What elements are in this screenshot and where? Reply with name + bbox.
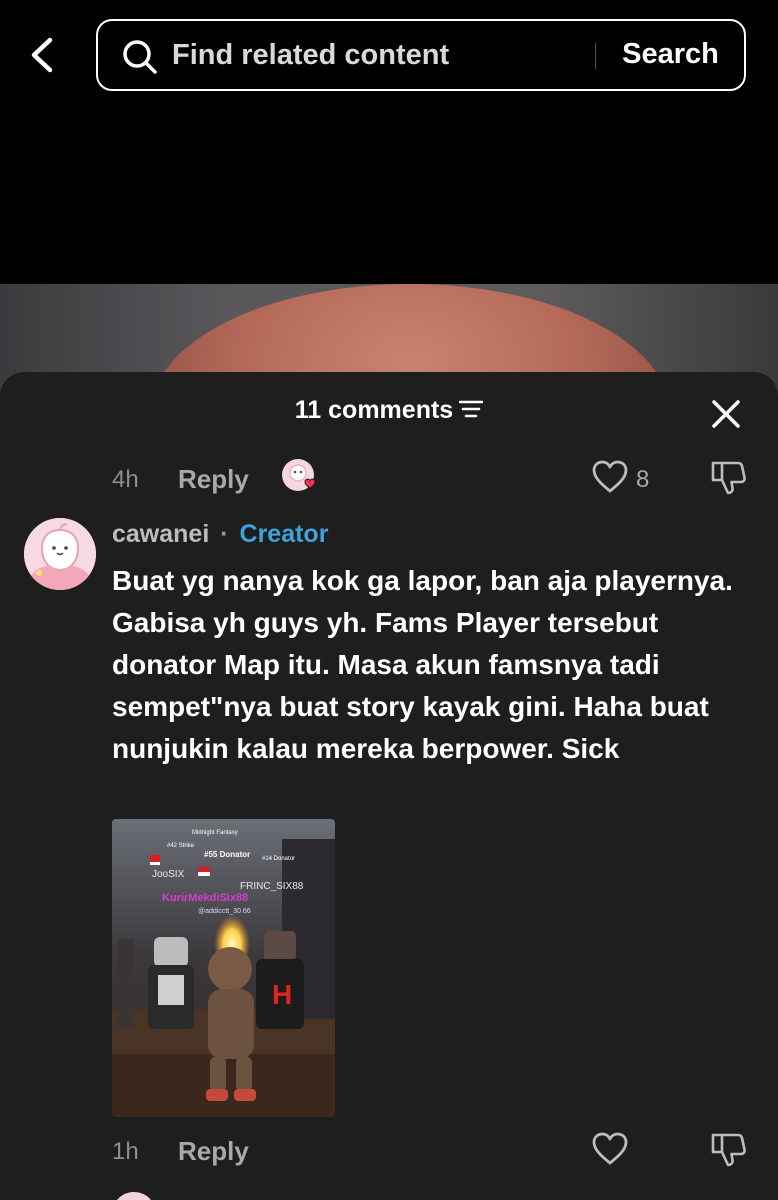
comments-count-label: 11 comments [294,396,454,424]
comment-time: 4h [112,466,139,493]
close-button[interactable] [708,396,744,432]
tag-rank-b: #55 Donator [204,850,250,859]
author-name[interactable]: cawanei [112,520,209,548]
creator-liked-badge [281,458,321,498]
comment-actions: 1h Reply [0,1130,778,1174]
like-button[interactable] [592,1132,628,1166]
thumbs-down-icon [711,1133,746,1167]
comments-sheet: 11 comments 4h Reply 8 cawanei · Creator… [0,372,778,1200]
search-input[interactable] [172,31,582,79]
avatar-image [24,518,96,590]
comment-text: Buat yg nanya kok ga lapor, ban aja play… [112,565,733,764]
search-divider [595,43,596,69]
sort-icon[interactable] [459,399,484,419]
search-button[interactable]: Search [598,21,743,88]
comment-author-line: cawanei · Creator [112,520,328,549]
previous-comment-actions: 4h Reply 8 [0,458,778,502]
tag-top: Midnight Fantasy [192,830,238,836]
dislike-button[interactable] [710,460,748,496]
search-box[interactable]: Search [96,19,746,91]
comments-header: 11 comments [0,372,778,454]
comments-title[interactable]: 11 comments [0,396,778,425]
reply-button[interactable]: Reply [178,464,249,495]
reply-button[interactable]: Reply [178,1136,249,1167]
search-icon [123,40,157,74]
tag-rank-c: #14 Donator [262,856,295,862]
dislike-button[interactable] [710,1132,748,1168]
next-reply-avatar[interactable] [112,1192,156,1200]
game-screenshot: Midnight Fantasy #42 Strike #55 Donator … [112,819,335,1117]
creator-badge: Creator [239,520,329,548]
tag-shirt: H [272,979,292,1010]
like-count: 8 [636,466,650,493]
tag-name-left: JooSIX [152,869,185,880]
tag-name-pink: KurirMekdiSix88 [162,892,248,904]
tag-name-right: FRINC_SIX88 [240,881,304,892]
back-button[interactable] [24,32,64,78]
comments-screen: Search 11 comments 4h [0,0,778,1200]
comment-image[interactable]: Midnight Fantasy #42 Strike #55 Donator … [112,819,335,1117]
creator-liked-icon [282,459,316,491]
heart-outline-icon [592,460,628,493]
avatar[interactable] [24,518,96,590]
thumbs-down-icon [711,461,746,495]
close-icon [712,400,740,428]
heart-outline-icon [592,1132,628,1165]
tag-rank-a: #42 Strike [167,843,195,849]
top-bar: Search [0,0,778,110]
like-button[interactable] [592,460,628,494]
comment-time: 1h [112,1138,139,1165]
author-separator: · [220,520,229,548]
chevron-left-icon [31,37,53,73]
